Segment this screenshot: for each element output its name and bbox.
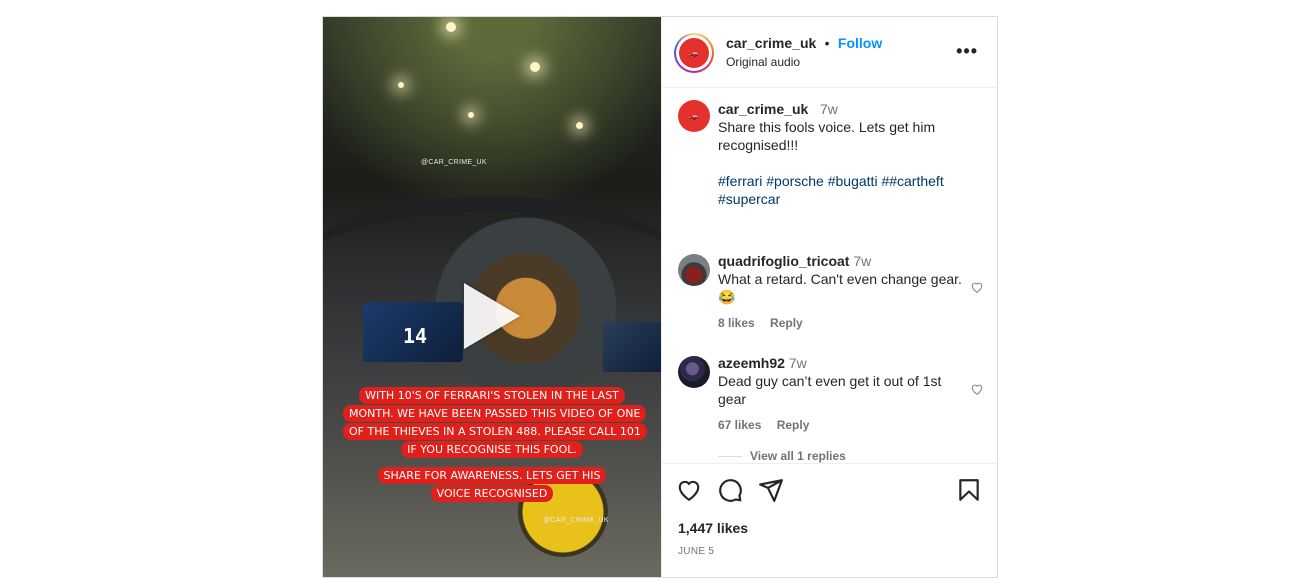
post-header: 🚗 car_crime_uk • Follow Original audio •… [662, 17, 998, 88]
share-icon[interactable] [758, 477, 784, 503]
comment-text: Dead guy can’t even get it out of 1st ge… [718, 373, 942, 407]
street-lamp [398, 82, 404, 88]
follow-button[interactable]: Follow [838, 35, 882, 51]
street-lamp [576, 122, 583, 129]
post-video[interactable]: 14 @CAR_CRIME_UK @CAR_CRIME_UK WITH 10'S… [323, 17, 661, 577]
watermark-bottom: @CAR_CRIME_UK [543, 517, 609, 524]
caption-username[interactable]: car_crime_uk [718, 101, 808, 117]
comment-likes[interactable]: 8 likes [718, 316, 755, 330]
separator-dot: • [820, 35, 834, 51]
instrument-screen-right [603, 322, 661, 372]
comment-username[interactable]: quadrifoglio_tricoat [718, 253, 849, 269]
post-frame: 14 @CAR_CRIME_UK @CAR_CRIME_UK WITH 10'S… [322, 16, 998, 578]
view-replies-button[interactable]: View all 1 replies [718, 449, 846, 463]
street-lamp [468, 112, 474, 118]
hashtag[interactable]: ##cartheft [881, 173, 943, 189]
hashtag[interactable]: #ferrari [718, 173, 762, 189]
reply-button[interactable]: Reply [777, 418, 810, 432]
comment-row: azeemh92 7w Dead guy can’t even get it o… [678, 354, 983, 444]
overlay-caption-2: SHARE FOR AWARENESS. LETS GET HIS VOICE … [368, 466, 616, 502]
post-date[interactable]: JUNE 5 [678, 546, 714, 557]
car-logo-icon: 🚗 [688, 47, 700, 58]
post-actions: 1,447 likes JUNE 5 [662, 463, 998, 578]
hashtag[interactable]: #bugatti [828, 173, 878, 189]
like-comment-heart-icon[interactable] [970, 280, 984, 294]
comment-time: 7w [853, 253, 872, 269]
caption-text: Share this fools voice. Lets get him rec… [718, 119, 936, 153]
caption-time: 7w [819, 101, 838, 117]
like-comment-heart-icon[interactable] [970, 382, 984, 396]
author-avatar[interactable]: 🚗 [679, 38, 709, 68]
like-heart-icon[interactable] [676, 477, 702, 503]
play-icon[interactable] [464, 283, 520, 349]
comment-likes[interactable]: 67 likes [718, 418, 761, 432]
caption-row: 🚗 car_crime_uk 7w Share this fools voice… [678, 100, 978, 240]
author-avatar[interactable]: 🚗 [678, 100, 710, 132]
comment-meta: 8 likes Reply [718, 314, 968, 332]
hashtag-list: #ferrari #porsche #bugatti ##cartheft #s… [718, 173, 944, 207]
watermark-top: @CAR_CRIME_UK [421, 159, 487, 166]
speed-readout: 14 [403, 324, 428, 348]
comment-row: quadrifoglio_tricoat 7w What a retard. C… [678, 252, 983, 342]
reply-button[interactable]: Reply [770, 316, 803, 330]
comment-icon[interactable] [717, 477, 743, 503]
overlay-text-1: WITH 10'S OF FERRARI'S STOLEN IN THE LAS… [343, 387, 647, 458]
likes-count[interactable]: 1,447 likes [678, 520, 748, 536]
more-options-icon[interactable]: ••• [956, 41, 978, 62]
street-lamp [446, 22, 456, 32]
comment-username[interactable]: azeemh92 [718, 355, 785, 371]
hashtag[interactable]: #supercar [718, 191, 780, 207]
hashtag[interactable]: #porsche [766, 173, 824, 189]
comment-text: What a retard. Can't even change gear. 😂 [718, 271, 962, 305]
bookmark-icon[interactable] [956, 477, 982, 503]
overlay-text-2: SHARE FOR AWARENESS. LETS GET HIS VOICE … [377, 467, 607, 502]
post-side-panel: 🚗 car_crime_uk • Follow Original audio •… [661, 17, 998, 577]
overlay-caption-1: WITH 10'S OF FERRARI'S STOLEN IN THE LAS… [343, 386, 647, 458]
audio-label[interactable]: Original audio [726, 55, 800, 69]
street-lamp [530, 62, 540, 72]
car-logo-icon: 🚗 [688, 110, 700, 121]
commenter-avatar[interactable] [678, 254, 710, 286]
author-username[interactable]: car_crime_uk [726, 35, 816, 51]
comment-time: 7w [788, 355, 807, 371]
comment-meta: 67 likes Reply [718, 416, 968, 434]
comments-section[interactable]: 🚗 car_crime_uk 7w Share this fools voice… [662, 88, 998, 463]
instrument-screen: 14 [363, 302, 463, 362]
commenter-avatar[interactable] [678, 356, 710, 388]
story-ring[interactable]: 🚗 [674, 33, 714, 73]
